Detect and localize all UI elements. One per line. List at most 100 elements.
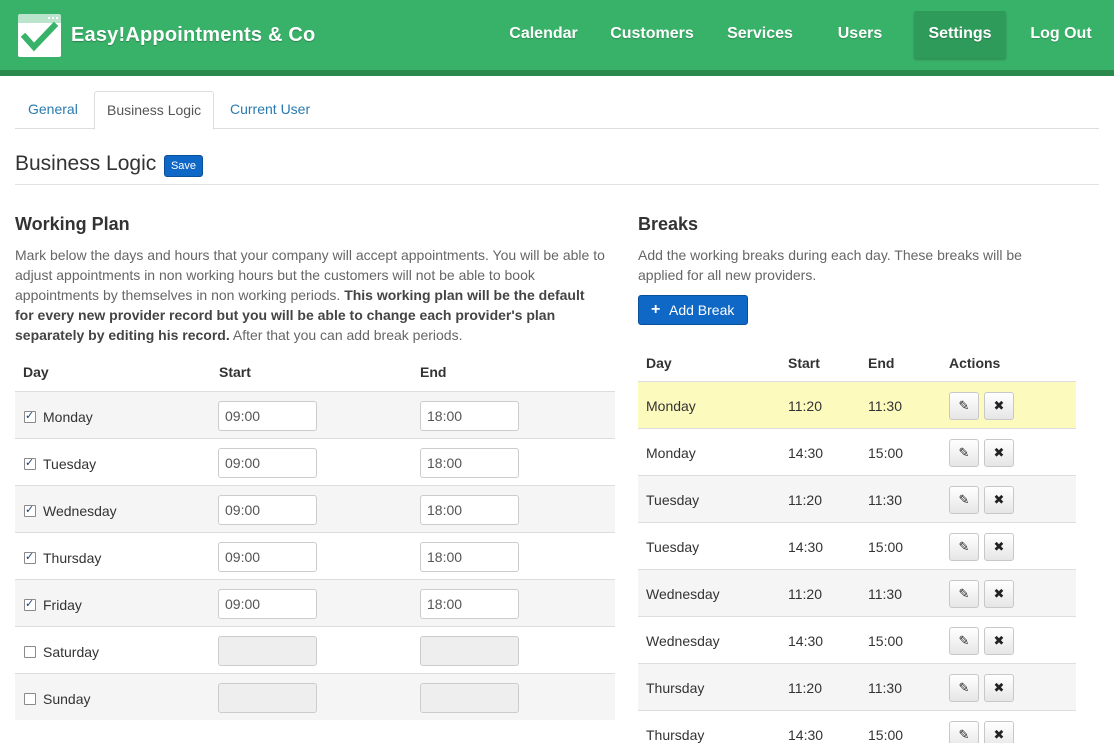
working-plan-heading: Working Plan — [15, 214, 130, 234]
save-button[interactable]: Save — [164, 155, 203, 177]
pencil-icon: ✎ — [958, 586, 970, 601]
close-icon: ✖ — [993, 539, 1005, 554]
start-time-input[interactable] — [218, 448, 317, 478]
edit-break-button[interactable]: ✎ — [949, 486, 979, 514]
break-row[interactable]: Wednesday 11:20 11:30 ✎ ✖ — [638, 569, 1076, 616]
nav-users[interactable]: Users — [825, 11, 895, 58]
working-plan-row: Monday — [15, 391, 615, 438]
break-row[interactable]: Thursday 14:30 15:00 ✎ ✖ — [638, 710, 1076, 743]
delete-break-button[interactable]: ✖ — [984, 627, 1014, 655]
day-label: Sunday — [43, 691, 91, 707]
working-plan-row: Friday — [15, 579, 615, 626]
start-time-input[interactable] — [218, 495, 317, 525]
day-checkbox[interactable] — [24, 646, 36, 658]
breaks-col-start: Start — [788, 355, 820, 371]
delete-break-button[interactable]: ✖ — [984, 533, 1014, 561]
end-time-input[interactable] — [420, 448, 519, 478]
break-end: 15:00 — [868, 727, 904, 743]
pencil-icon: ✎ — [958, 680, 970, 695]
break-day: Monday — [646, 445, 696, 461]
start-time-input[interactable] — [218, 636, 317, 666]
day-label: Saturday — [43, 644, 100, 660]
start-time-input[interactable] — [218, 542, 317, 572]
start-time-input[interactable] — [218, 683, 317, 713]
break-start: 14:30 — [788, 633, 824, 649]
break-row[interactable]: Wednesday 14:30 15:00 ✎ ✖ — [638, 616, 1076, 663]
delete-break-button[interactable]: ✖ — [984, 674, 1014, 702]
break-row[interactable]: Tuesday 14:30 15:00 ✎ ✖ — [638, 522, 1076, 569]
day-checkbox[interactable] — [24, 597, 36, 611]
end-time-input[interactable] — [420, 495, 519, 525]
desc-text: After that you can add break periods. — [232, 327, 463, 343]
day-label: Tuesday — [43, 456, 97, 472]
settings-tabs: General Business Logic Current User — [15, 91, 1099, 130]
wp-col-day: Day — [23, 364, 49, 380]
close-icon: ✖ — [993, 492, 1005, 507]
start-time-input[interactable] — [218, 401, 317, 431]
calendar-check-logo-icon — [18, 14, 61, 57]
end-time-input[interactable] — [420, 589, 519, 619]
breaks-col-end: End — [868, 355, 895, 371]
nav-customers[interactable]: Customers — [599, 11, 705, 58]
delete-break-button[interactable]: ✖ — [984, 392, 1014, 420]
end-time-input[interactable] — [420, 683, 519, 713]
brand-name[interactable]: Easy!Appointments & Co — [71, 24, 315, 47]
desc-bold-text: This working plan will be the default — [344, 287, 585, 303]
edit-break-button[interactable]: ✎ — [949, 533, 979, 561]
edit-break-button[interactable]: ✎ — [949, 439, 979, 467]
break-row[interactable]: Monday 11:20 11:30 ✎ ✖ — [638, 381, 1076, 428]
delete-break-button[interactable]: ✖ — [984, 721, 1014, 743]
nav-logout[interactable]: Log Out — [1016, 11, 1106, 58]
close-icon: ✖ — [993, 680, 1005, 695]
page-title: Business Logic — [15, 152, 157, 175]
edit-break-button[interactable]: ✎ — [949, 580, 979, 608]
desc-line: Mark below the days and hours that your … — [15, 247, 605, 263]
break-row[interactable]: Tuesday 11:20 11:30 ✎ ✖ — [638, 475, 1076, 522]
break-end: 11:30 — [868, 492, 902, 508]
nav-services[interactable]: Services — [715, 11, 805, 58]
day-checkbox[interactable] — [24, 456, 36, 470]
desc-line: for every new provider record but you wi… — [15, 305, 620, 325]
break-start: 11:20 — [788, 586, 822, 602]
desc-line: adjust appointments in non working hours… — [15, 267, 535, 283]
close-icon: ✖ — [993, 398, 1005, 413]
edit-break-button[interactable]: ✎ — [949, 627, 979, 655]
break-row[interactable]: Monday 14:30 15:00 ✎ ✖ — [638, 428, 1076, 475]
nav-settings[interactable]: Settings — [914, 11, 1006, 58]
break-day: Thursday — [646, 727, 705, 743]
wp-col-end: End — [420, 364, 447, 380]
delete-break-button[interactable]: ✖ — [984, 580, 1014, 608]
edit-break-button[interactable]: ✎ — [949, 674, 979, 702]
edit-break-button[interactable]: ✎ — [949, 392, 979, 420]
tab-current-user[interactable]: Current User — [218, 91, 322, 129]
start-time-input[interactable] — [218, 589, 317, 619]
edit-break-button[interactable]: ✎ — [949, 721, 979, 743]
break-start: 14:30 — [788, 727, 824, 743]
tab-general[interactable]: General — [16, 91, 90, 129]
add-break-button[interactable]: + Add Break — [638, 295, 748, 325]
working-plan-row: Saturday — [15, 626, 615, 673]
day-checkbox[interactable] — [24, 503, 36, 517]
working-plan-row: Wednesday — [15, 485, 615, 532]
nav-calendar[interactable]: Calendar — [498, 11, 589, 58]
break-day: Monday — [646, 398, 696, 414]
end-time-input[interactable] — [420, 542, 519, 572]
close-icon: ✖ — [993, 633, 1005, 648]
day-checkbox[interactable] — [24, 409, 36, 423]
delete-break-button[interactable]: ✖ — [984, 486, 1014, 514]
plus-icon: + — [651, 301, 661, 318]
end-time-input[interactable] — [420, 636, 519, 666]
break-row[interactable]: Thursday 11:20 11:30 ✎ ✖ — [638, 663, 1076, 710]
working-plan-row: Thursday — [15, 532, 615, 579]
tab-business-logic[interactable]: Business Logic — [94, 91, 215, 130]
delete-break-button[interactable]: ✖ — [984, 439, 1014, 467]
day-checkbox[interactable] — [24, 693, 36, 705]
desc-line: Add the working breaks during each day. … — [638, 247, 1022, 263]
desc-line: separately by editing his record. After … — [15, 325, 620, 345]
working-plan-row: Sunday — [15, 673, 615, 720]
desc-text: appointments by themselves in non workin… — [15, 287, 341, 303]
working-plan-row: Tuesday — [15, 438, 615, 485]
end-time-input[interactable] — [420, 401, 519, 431]
desc-bold-text: for every new provider record but you wi… — [15, 307, 556, 323]
day-checkbox[interactable] — [24, 550, 36, 564]
